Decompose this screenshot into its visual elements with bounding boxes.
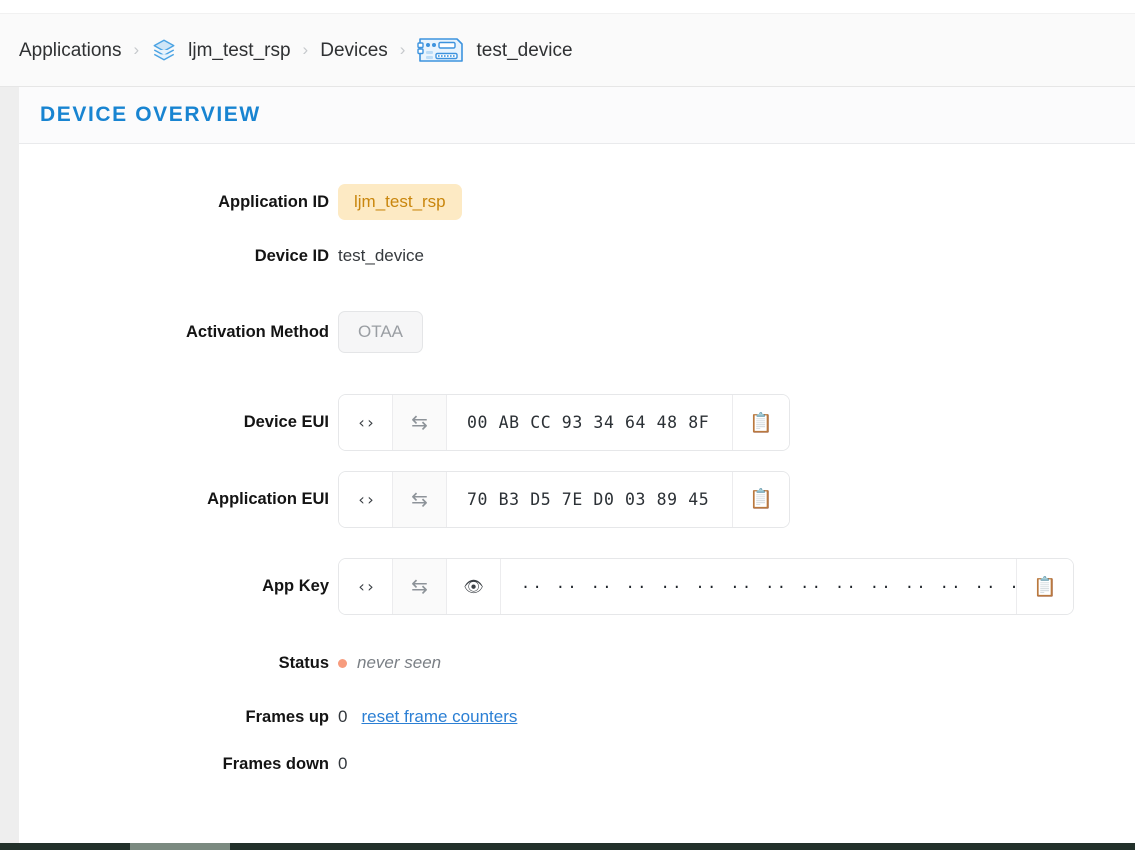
window-top-strip (0, 0, 1135, 14)
value-frames-down: 0 (338, 754, 347, 774)
label-frames-down: Frames down (222, 754, 329, 773)
frames-up-count: 0 (338, 707, 348, 726)
taskbar-item[interactable] (130, 843, 230, 850)
app-key-input[interactable]: ·· ·· ·· ·· ·· ·· ·· ·· ·· ·· ·· ·· ·· ·… (501, 559, 1065, 614)
swap-arrows-icon: ⇆ (411, 576, 428, 598)
application-eui-input-group: ‹› ⇆ 70 B3 D5 7E D0 03 89 45 📋 (338, 470, 790, 528)
clipboard-icon: 📋 (1033, 576, 1057, 598)
device-eui-input[interactable]: 00 AB CC 93 34 64 48 8F (447, 395, 732, 450)
label-frames-up: Frames up (245, 707, 329, 726)
row-frames-up: Frames up 0 reset frame counters (19, 690, 1135, 744)
left-gutter (0, 87, 19, 843)
value-application-eui: ‹› ⇆ 70 B3 D5 7E D0 03 89 45 📋 (338, 470, 790, 528)
application-eui-copy-button[interactable]: 📋 (732, 471, 789, 527)
panel-body: Application ID ljm_test_rsp Device ID te… (19, 144, 1135, 784)
code-brackets-icon: ‹› (356, 577, 375, 596)
label-device-id: Device ID (254, 246, 329, 265)
value-status: never seen (338, 653, 441, 673)
device-eui-code-format-button[interactable]: ‹› (339, 395, 393, 450)
label-device-eui: Device EUI (243, 413, 329, 431)
clipboard-icon: 📋 (749, 412, 773, 434)
label-application-eui: Application EUI (207, 489, 329, 508)
row-device-id: Device ID test_device (19, 232, 1135, 280)
row-device-eui: Device EUI ‹› ⇆ 00 AB CC 93 34 64 48 8F … (19, 384, 1135, 461)
breadcrumb-separator: › (133, 40, 140, 59)
app-key-code-format-button[interactable]: ‹› (339, 559, 393, 614)
frames-down-count: 0 (338, 754, 348, 773)
code-brackets-icon: ‹› (356, 413, 375, 432)
label-application-id: Application ID (218, 192, 329, 211)
code-brackets-icon: ‹› (356, 489, 375, 509)
breadcrumb-label-application[interactable]: ljm_test_rsp (188, 41, 290, 60)
device-overview-panel: DEVICE OVERVIEW Application ID ljm_test_… (19, 87, 1135, 843)
breadcrumb-separator: › (302, 40, 309, 59)
application-id-badge[interactable]: ljm_test_rsp (338, 184, 462, 220)
application-eui-byte-order-button[interactable]: ⇆ (393, 471, 447, 527)
panel-header: DEVICE OVERVIEW (19, 87, 1135, 144)
breadcrumb-item-device[interactable]: test_device (417, 34, 573, 66)
page-title: DEVICE OVERVIEW (40, 103, 261, 126)
row-application-id: Application ID ljm_test_rsp (19, 172, 1135, 232)
eye-icon: 👁 (463, 578, 484, 596)
swap-arrows-icon: ⇆ (411, 412, 428, 434)
row-status: Status never seen (19, 636, 1135, 690)
clipboard-icon: 📋 (749, 489, 773, 510)
breadcrumb-item-devices[interactable]: Devices (320, 41, 388, 60)
row-activation-method: Activation Method OTAA (19, 280, 1135, 384)
application-eui-input[interactable]: 70 B3 D5 7E D0 03 89 45 (447, 471, 732, 527)
status-badge: never seen (357, 653, 442, 672)
status-dot-icon (338, 658, 347, 668)
app-key-visibility-button[interactable]: 👁 (447, 559, 501, 614)
app-key-input-group: ‹› ⇆ 👁 ·· ·· ·· ·· ·· ·· ·· ·· ·· ·· ·· … (338, 558, 1074, 615)
layers-stack-icon (151, 37, 177, 63)
breadcrumb-separator: › (399, 40, 406, 59)
value-device-eui: ‹› ⇆ 00 AB CC 93 34 64 48 8F 📋 (338, 394, 790, 451)
row-application-eui: Application EUI ‹› ⇆ 70 B3 D5 7E D0 03 8… (19, 461, 1135, 537)
device-eui-byte-order-button[interactable]: ⇆ (393, 395, 447, 450)
app-key-byte-order-button[interactable]: ⇆ (393, 559, 447, 614)
label-app-key: App Key (262, 577, 329, 595)
breadcrumb-item-application[interactable]: ljm_test_rsp (151, 37, 291, 63)
activation-method-badge[interactable]: OTAA (338, 311, 424, 353)
device-board-icon (417, 34, 465, 66)
breadcrumb-label-devices[interactable]: Devices (320, 41, 388, 60)
application-eui-code-format-button[interactable]: ‹› (339, 471, 393, 527)
label-status: Status (278, 653, 329, 672)
row-app-key: App Key ‹› ⇆ 👁 ·· ·· ·· ·· ·· ·· ·· ·· ·… (19, 537, 1135, 636)
device-id-value: test_device (338, 246, 424, 265)
device-eui-copy-button[interactable]: 📋 (732, 395, 789, 450)
breadcrumb: Applications › ljm_test_rsp › Devices › (0, 14, 1135, 87)
app-key-copy-button[interactable]: 📋 (1016, 559, 1073, 614)
value-app-key: ‹› ⇆ 👁 ·· ·· ·· ·· ·· ·· ·· ·· ·· ·· ·· … (338, 558, 1074, 615)
breadcrumb-label-device[interactable]: test_device (476, 41, 572, 60)
label-activation-method: Activation Method (186, 322, 329, 341)
reset-frame-counters-link[interactable]: reset frame counters (361, 707, 517, 727)
breadcrumb-label-applications[interactable]: Applications (19, 41, 121, 60)
value-frames-up: 0 reset frame counters (338, 707, 517, 727)
row-frames-down: Frames down 0 (19, 744, 1135, 784)
breadcrumb-item-applications[interactable]: Applications (19, 41, 121, 60)
value-application-id: ljm_test_rsp (338, 184, 462, 220)
value-device-id: test_device (338, 246, 424, 266)
value-activation-method: OTAA (338, 311, 424, 353)
swap-arrows-icon: ⇆ (411, 488, 428, 511)
device-eui-input-group: ‹› ⇆ 00 AB CC 93 34 64 48 8F 📋 (338, 394, 790, 451)
